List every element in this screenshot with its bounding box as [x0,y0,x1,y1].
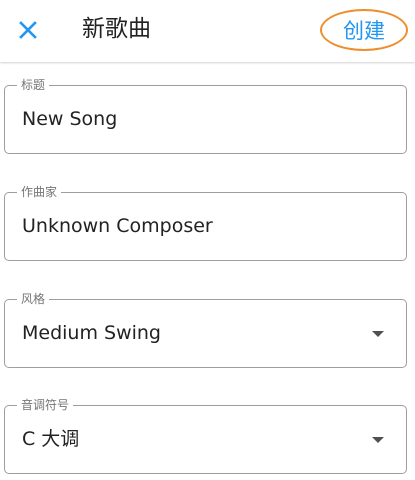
composer-input[interactable]: Unknown Composer [22,213,213,239]
dropdown-arrow-icon[interactable] [372,331,384,337]
page-title: 新歌曲 [82,16,151,42]
key-signature-select-value: C 大调 [22,428,80,450]
close-icon [19,21,37,39]
app-bar: 新歌曲 创建 [0,0,415,62]
style-select-value: Medium Swing [22,322,161,344]
style-select[interactable]: 风格 Medium Swing [4,292,407,368]
key-signature-select-label: 音调符号 [17,398,74,413]
create-button[interactable]: 创建 [320,9,408,51]
key-signature-select[interactable]: 音调符号 C 大调 [4,398,407,474]
title-field-label: 标题 [17,78,50,93]
dropdown-arrow-icon[interactable] [372,437,384,443]
new-song-screen: 新歌曲 创建 标题 New Song 作曲家 Unknown Composer … [0,0,415,480]
close-button[interactable] [8,10,48,50]
composer-field[interactable]: 作曲家 Unknown Composer [4,185,407,261]
title-field[interactable]: 标题 New Song [4,78,407,154]
title-input[interactable]: New Song [22,106,117,132]
composer-field-label: 作曲家 [17,185,62,200]
style-select-label: 风格 [17,292,50,307]
